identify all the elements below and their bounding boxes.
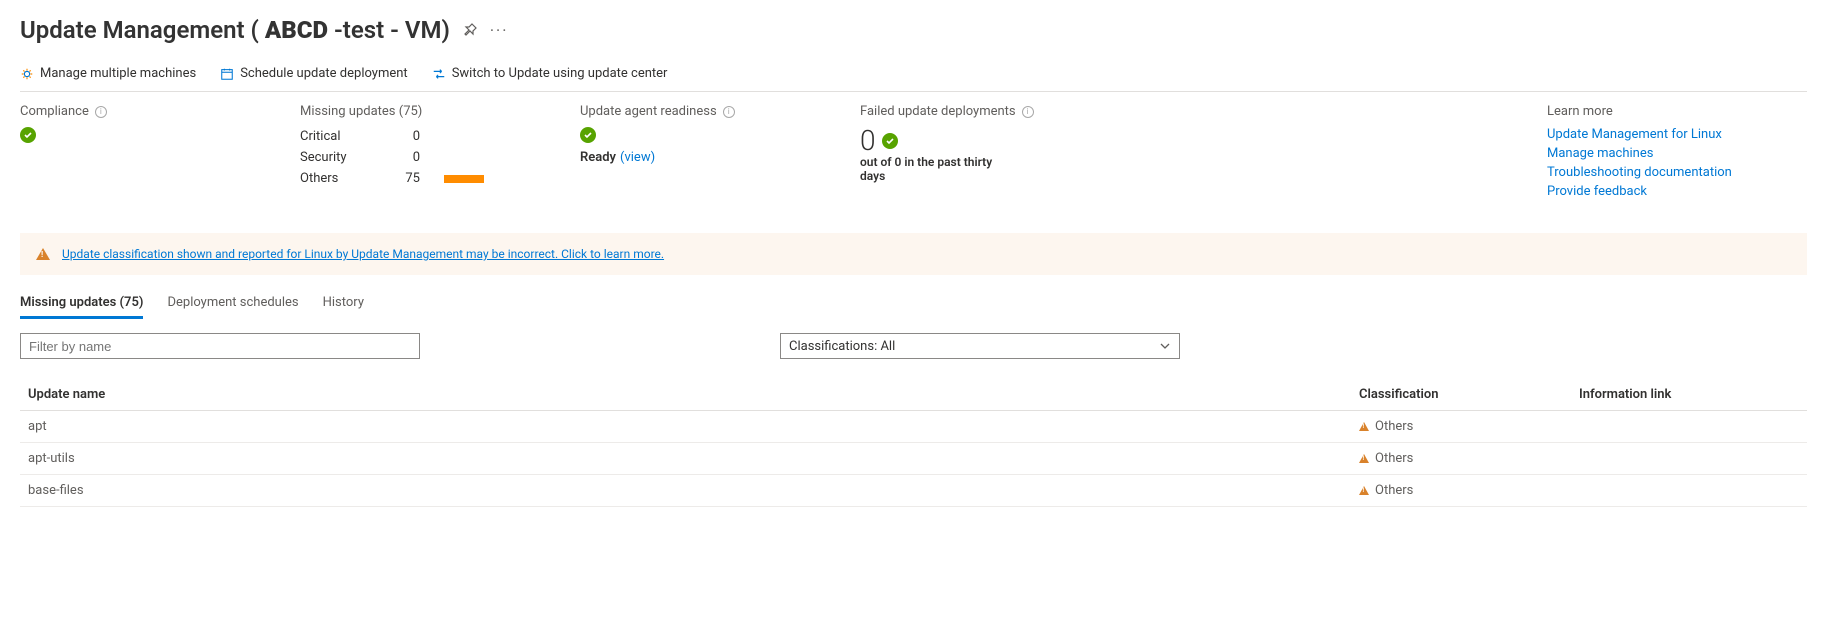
manage-machines-button[interactable]: Manage multiple machines — [20, 66, 196, 81]
gear-icon — [20, 67, 34, 81]
agent-readiness-card: Update agent readiness i Ready (view) — [580, 104, 800, 203]
missing-row-critical-label: Critical — [300, 127, 370, 148]
summary-row: Compliance i Missing updates (75) Critic… — [20, 104, 1807, 233]
agent-readiness-label: Update agent readiness — [580, 104, 717, 119]
warning-icon — [1359, 422, 1369, 431]
classification-cell: Others — [1359, 483, 1579, 498]
warning-banner-link[interactable]: Update classification shown and reported… — [62, 247, 664, 261]
swap-icon — [432, 67, 446, 81]
switch-update-center-button[interactable]: Switch to Update using update center — [432, 66, 668, 81]
more-icon[interactable]: ··· — [490, 21, 509, 40]
compliance-card: Compliance i — [20, 104, 240, 203]
check-circle-icon — [580, 127, 596, 143]
pin-icon[interactable] — [462, 22, 478, 38]
calendar-icon — [220, 67, 234, 81]
learn-link-troubleshoot[interactable]: Troubleshooting documentation — [1547, 165, 1807, 180]
missing-updates-label: Missing updates (75) — [300, 104, 422, 119]
classification-select[interactable]: Classifications: All — [780, 333, 1180, 359]
schedule-deployment-button[interactable]: Schedule update deployment — [220, 66, 407, 81]
check-circle-icon — [20, 127, 36, 143]
page-title: Update Management ( ABCD -test - VM) — [20, 16, 450, 44]
learn-link-linux[interactable]: Update Management for Linux — [1547, 127, 1807, 142]
warning-icon — [1359, 486, 1369, 495]
classification-cell: Others — [1359, 419, 1579, 434]
learn-link-manage[interactable]: Manage machines — [1547, 146, 1807, 161]
chevron-down-icon — [1159, 340, 1171, 352]
failed-deployments-card: Failed update deployments i 0 out of 0 i… — [860, 104, 1080, 203]
tabs: Missing updates (75) Deployment schedule… — [20, 295, 1807, 319]
switch-update-center-label: Switch to Update using update center — [452, 66, 668, 81]
missing-updates-card: Missing updates (75) Critical 0 Security… — [300, 104, 520, 203]
update-name-cell: apt-utils — [28, 451, 1359, 466]
classification-select-label: Classifications: All — [789, 339, 895, 354]
missing-row-security-label: Security — [300, 148, 370, 169]
missing-row-security-value: 0 — [390, 148, 420, 169]
col-classification[interactable]: Classification — [1359, 387, 1579, 402]
update-name-cell: base-files — [28, 483, 1359, 498]
tab-missing-updates[interactable]: Missing updates (75) — [20, 295, 143, 319]
info-icon[interactable]: i — [1022, 106, 1034, 118]
failed-deployments-label: Failed update deployments — [860, 104, 1016, 119]
table-row[interactable]: apt-utils Others — [20, 443, 1807, 475]
missing-row-others-label: Others — [300, 169, 370, 190]
toolbar: Manage multiple machines Schedule update… — [20, 66, 1807, 91]
compliance-label: Compliance — [20, 104, 89, 119]
col-information-link[interactable]: Information link — [1579, 387, 1799, 402]
filter-name-input[interactable] — [20, 333, 420, 359]
tab-history[interactable]: History — [323, 295, 364, 319]
schedule-deployment-label: Schedule update deployment — [240, 66, 407, 81]
warning-banner: Update classification shown and reported… — [20, 233, 1807, 275]
info-icon[interactable]: i — [723, 106, 735, 118]
updates-table: Update name Classification Information l… — [20, 379, 1807, 507]
failed-subtext: out of 0 in the past thirty days — [860, 155, 1020, 183]
manage-machines-label: Manage multiple machines — [40, 66, 196, 81]
classification-cell: Others — [1359, 451, 1579, 466]
others-bar — [444, 175, 484, 183]
learn-more-label: Learn more — [1547, 104, 1613, 119]
agent-status: Ready — [580, 150, 616, 165]
missing-row-critical-value: 0 — [390, 127, 420, 148]
tab-deployment-schedules[interactable]: Deployment schedules — [167, 295, 298, 319]
failed-count: 0 — [860, 127, 876, 155]
missing-row-others-value: 75 — [390, 169, 420, 190]
info-icon[interactable]: i — [95, 106, 107, 118]
table-row[interactable]: base-files Others — [20, 475, 1807, 507]
learn-link-feedback[interactable]: Provide feedback — [1547, 184, 1807, 199]
warning-icon — [1359, 454, 1369, 463]
warning-icon — [36, 248, 50, 260]
update-name-cell: apt — [28, 419, 1359, 434]
check-circle-icon — [882, 133, 898, 149]
learn-more-card: Learn more Update Management for Linux M… — [1547, 104, 1807, 203]
table-row[interactable]: apt Others — [20, 411, 1807, 443]
col-update-name[interactable]: Update name — [28, 387, 1359, 402]
agent-view-link[interactable]: (view) — [620, 150, 655, 165]
